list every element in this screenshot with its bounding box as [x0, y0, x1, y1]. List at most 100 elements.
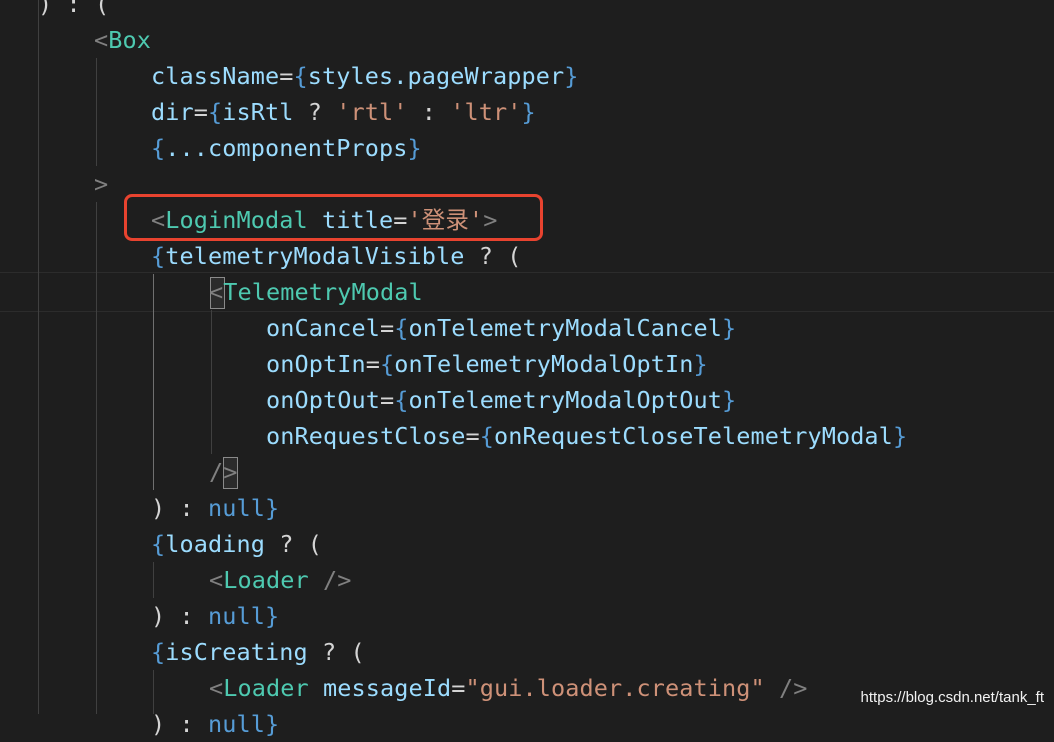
- code-token: {: [380, 350, 395, 378]
- code-line[interactable]: <Loader />: [209, 562, 352, 598]
- code-token: <: [209, 278, 224, 306]
- code-token: :: [407, 98, 451, 126]
- code-token: =: [193, 98, 208, 126]
- code-line[interactable]: dir={isRtl ? 'rtl' : 'ltr'}: [151, 94, 536, 130]
- code-token: =: [465, 422, 480, 450]
- code-token: <: [209, 566, 224, 594]
- code-token: }: [721, 314, 737, 342]
- code-line[interactable]: {loading ? (: [151, 526, 322, 562]
- watermark: https://blog.csdn.net/tank_ft: [860, 689, 1044, 706]
- code-token: }: [521, 98, 536, 126]
- code-token: onTelemetryModalOptOut: [408, 386, 722, 414]
- code-token: styles.pageWrapper: [307, 62, 565, 90]
- code-line[interactable]: />: [209, 454, 238, 490]
- code-line[interactable]: className={styles.pageWrapper}: [151, 58, 578, 94]
- code-token: ...componentProps: [165, 134, 408, 162]
- code-token: }: [265, 602, 280, 630]
- code-line[interactable]: ) : (: [38, 0, 109, 22]
- code-token: />: [308, 566, 352, 594]
- code-token: dir: [151, 98, 194, 126]
- code-token: "gui.loader.creating": [465, 674, 765, 702]
- code-editor[interactable]: ) : (<Box className={styles.pageWrapper} d…: [0, 0, 1054, 738]
- code-token: {: [151, 134, 166, 162]
- code-token: {: [394, 386, 409, 414]
- code-line[interactable]: <TelemetryModal: [209, 274, 423, 310]
- current-line-highlight: [0, 272, 1054, 312]
- code-token: ?: [293, 98, 337, 126]
- code-token: onOptIn: [266, 350, 366, 378]
- code-token: ? (: [464, 242, 522, 270]
- code-line[interactable]: ) : null}: [151, 706, 279, 742]
- code-token: {: [151, 638, 166, 666]
- code-token: Box: [108, 26, 151, 54]
- code-token: isRtl: [222, 98, 294, 126]
- code-line[interactable]: <Box: [94, 22, 151, 58]
- code-token: ) :: [151, 602, 208, 630]
- code-token: {: [293, 62, 308, 90]
- code-token: }: [721, 386, 737, 414]
- code-token: onTelemetryModalOptIn: [394, 350, 694, 378]
- code-token: ? (: [265, 530, 322, 558]
- code-token: ? (: [307, 638, 365, 666]
- code-line[interactable]: {telemetryModalVisible ? (: [151, 238, 521, 274]
- indent-guide: [38, 0, 39, 714]
- code-token: ) : (: [38, 0, 110, 18]
- code-token: null: [208, 494, 265, 522]
- code-token: Loader: [223, 566, 309, 594]
- code-token: null: [208, 710, 265, 738]
- code-line[interactable]: {...componentProps}: [151, 130, 422, 166]
- code-token: ) :: [151, 710, 208, 738]
- code-token: />: [764, 674, 808, 702]
- code-token: =: [451, 674, 466, 702]
- code-line[interactable]: onRequestClose={onRequestCloseTelemetryM…: [266, 418, 907, 454]
- code-token: className: [151, 62, 280, 90]
- code-token: }: [693, 350, 708, 378]
- code-token: onCancel: [266, 314, 380, 342]
- code-token: onOptOut: [266, 386, 380, 414]
- code-token: =: [365, 350, 380, 378]
- code-token: 'ltr': [450, 98, 522, 126]
- indent-guide: [96, 58, 97, 166]
- indent-guide: [153, 274, 154, 490]
- code-token: <: [209, 674, 224, 702]
- code-token: {: [394, 314, 409, 342]
- code-token: >: [94, 170, 109, 198]
- code-token: =: [380, 314, 395, 342]
- code-line[interactable]: ) : null}: [151, 490, 279, 526]
- code-token: onRequestClose: [266, 422, 466, 450]
- code-token: }: [564, 62, 579, 90]
- code-token: }: [265, 494, 280, 522]
- code-line[interactable]: >: [94, 166, 108, 202]
- indent-guide: [211, 310, 212, 454]
- indent-guide: [153, 562, 154, 598]
- annotation-highlight-box: [124, 194, 543, 241]
- code-token: {: [208, 98, 223, 126]
- code-line[interactable]: onOptOut={onTelemetryModalOptOut}: [266, 382, 736, 418]
- code-token: telemetryModalVisible: [165, 242, 465, 270]
- code-token: }: [892, 422, 908, 450]
- code-token: {: [479, 422, 494, 450]
- code-line[interactable]: <Loader messageId="gui.loader.creating" …: [209, 670, 807, 706]
- code-token: /: [209, 458, 224, 486]
- code-token: onRequestCloseTelemetryModal: [493, 422, 893, 450]
- code-token: null: [208, 602, 265, 630]
- code-line[interactable]: ) : null}: [151, 598, 279, 634]
- code-token: loading: [165, 530, 265, 558]
- code-token: Loader: [223, 674, 309, 702]
- code-token: messageId: [323, 674, 452, 702]
- code-line[interactable]: onOptIn={onTelemetryModalOptIn}: [266, 346, 708, 382]
- code-token: TelemetryModal: [223, 278, 423, 306]
- indent-guide: [96, 202, 97, 714]
- code-token: {: [151, 242, 166, 270]
- code-token: 'rtl': [336, 98, 408, 126]
- code-token: =: [380, 386, 395, 414]
- code-token: }: [407, 134, 422, 162]
- code-token: isCreating: [165, 638, 308, 666]
- code-token: onTelemetryModalCancel: [408, 314, 722, 342]
- code-token: {: [151, 530, 166, 558]
- code-line[interactable]: {isCreating ? (: [151, 634, 365, 670]
- code-token: }: [265, 710, 280, 738]
- code-token: <: [94, 26, 109, 54]
- code-line[interactable]: onCancel={onTelemetryModalCancel}: [266, 310, 736, 346]
